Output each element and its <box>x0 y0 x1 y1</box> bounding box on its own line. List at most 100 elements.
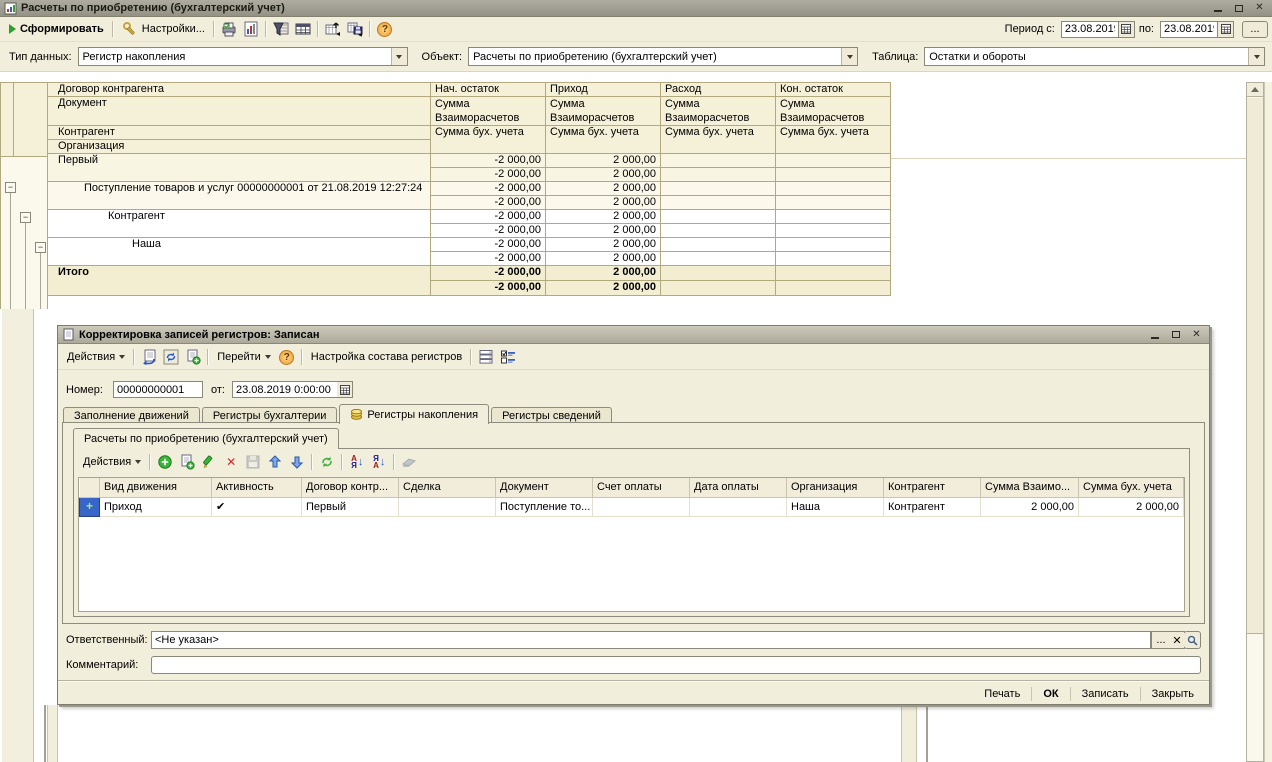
chart-button[interactable] <box>240 19 262 39</box>
end-edit-button[interactable] <box>242 452 264 472</box>
dialog-actions-button[interactable]: Действия <box>62 347 130 367</box>
tree-collapse-icon[interactable]: − <box>5 182 16 193</box>
responsible-input[interactable] <box>151 631 1151 649</box>
period-from-calendar-button[interactable] <box>1119 21 1135 38</box>
help-button[interactable]: ? <box>374 19 396 39</box>
responsible-clear-button[interactable]: ✕ <box>1170 631 1185 649</box>
dialog-maximize-icon[interactable] <box>1167 328 1184 341</box>
cell-contract[interactable]: Первый <box>302 497 399 516</box>
cell-sum2[interactable]: 2 000,00 <box>1079 497 1184 516</box>
edit-row-button[interactable] <box>198 452 220 472</box>
period-to-calendar-button[interactable] <box>1218 21 1234 38</box>
restore-values-button[interactable] <box>322 19 344 39</box>
column-header[interactable]: Сумма Взаимо... <box>981 478 1079 497</box>
dialog-close-icon[interactable]: ✕ <box>1188 328 1205 341</box>
dialog-minimize-icon[interactable] <box>1146 328 1163 341</box>
register-setup-button[interactable]: Настройка состава регистров <box>306 347 467 367</box>
period-more-button[interactable]: ... <box>1242 21 1268 38</box>
reread-button[interactable] <box>138 347 160 367</box>
inner-register-tab[interactable]: Расчеты по приобретению (бухгалтерский у… <box>73 428 339 449</box>
column-header[interactable]: Активность <box>212 478 302 497</box>
minimize-icon[interactable] <box>1209 2 1226 15</box>
current-row-marker[interactable]: + <box>80 497 100 516</box>
refresh-list-button[interactable] <box>316 452 338 472</box>
responsible-lookup-button[interactable] <box>1184 631 1201 649</box>
cell-sum1[interactable]: 2 000,00 <box>981 497 1079 516</box>
tree-collapse-icon[interactable]: − <box>35 242 46 253</box>
column-header[interactable]: Сумма бух. учета <box>1079 478 1184 497</box>
move-down-button[interactable] <box>286 452 308 472</box>
column-header[interactable]: Дата оплаты <box>690 478 787 497</box>
cell-deal[interactable] <box>399 497 496 516</box>
goto-button[interactable]: Перейти <box>212 347 276 367</box>
object-combo[interactable]: Расчеты по приобретению (бухгалтерский у… <box>468 47 858 66</box>
dialog-toolbar: Действия <box>58 345 1209 370</box>
filter-button[interactable] <box>270 19 292 39</box>
chevron-down-icon <box>119 355 125 359</box>
period-from-input[interactable] <box>1061 21 1119 38</box>
cell-organization[interactable]: Наша <box>787 497 884 516</box>
generate-button[interactable]: Сформировать <box>4 19 109 39</box>
set-interval-button[interactable] <box>398 452 420 472</box>
column-header[interactable]: Договор контр... <box>302 478 399 497</box>
data-type-combo[interactable]: Регистр накопления <box>78 47 408 66</box>
dialog-help-button[interactable]: ? <box>276 347 298 367</box>
responsible-select-button[interactable]: ... <box>1151 631 1171 649</box>
restore-icon[interactable] <box>1230 2 1247 15</box>
bar-chart-icon <box>243 21 259 37</box>
column-header[interactable]: Документ <box>496 478 593 497</box>
header-cell: Сумма Взаиморасчетов <box>431 97 546 126</box>
scrollbar-thumb[interactable] <box>1247 98 1263 634</box>
copy-row-button[interactable] <box>176 452 198 472</box>
column-header[interactable]: Сделка <box>399 478 496 497</box>
scroll-up-icon[interactable] <box>1247 83 1263 97</box>
register-list-button[interactable] <box>475 347 497 367</box>
delete-row-button[interactable]: ✕ <box>220 452 242 472</box>
help-icon: ? <box>377 22 392 37</box>
print-settings-button[interactable] <box>218 19 240 39</box>
sort-asc-button[interactable]: АЯ ↓ <box>346 454 368 470</box>
column-header[interactable]: Счет оплаты <box>593 478 690 497</box>
date-input[interactable] <box>232 381 338 398</box>
period-to-input[interactable] <box>1160 21 1218 38</box>
report-group-row: Контрагент -2 000,00 2 000,00 <box>48 210 891 224</box>
register-checklist-button[interactable] <box>497 347 519 367</box>
sort-arrow-icon: ↓ <box>380 456 386 468</box>
sort-desc-button[interactable]: ЯА ↓ <box>368 454 390 470</box>
column-header[interactable]: Контрагент <box>884 478 981 497</box>
chevron-down-icon[interactable] <box>1248 48 1264 65</box>
column-header[interactable]: Вид движения <box>100 478 212 497</box>
grid-actions-button[interactable]: Действия <box>78 452 146 472</box>
grid-data-row[interactable]: + Приход ✔ Первый Поступление то... Наша… <box>80 497 1184 516</box>
save-values-button[interactable] <box>344 19 366 39</box>
column-header[interactable]: Организация <box>787 478 884 497</box>
cell-pay-date[interactable] <box>690 497 787 516</box>
cell-account[interactable] <box>593 497 690 516</box>
print-button[interactable]: Печать <box>975 686 1029 702</box>
move-up-button[interactable] <box>264 452 286 472</box>
settings-button[interactable]: Настройки... <box>117 19 210 39</box>
comment-input[interactable] <box>151 656 1201 674</box>
write-button[interactable]: Записать <box>1073 686 1138 702</box>
chevron-down-icon[interactable] <box>391 48 407 65</box>
number-input[interactable] <box>113 381 203 398</box>
cell-kind[interactable]: Приход <box>100 497 212 516</box>
ok-button[interactable]: ОК <box>1034 686 1067 702</box>
copy-document-button[interactable] <box>182 347 204 367</box>
vertical-scrollbar[interactable] <box>1246 82 1264 762</box>
refresh-button[interactable] <box>160 347 182 367</box>
close-icon[interactable]: ✕ <box>1251 2 1268 15</box>
register-grid: Вид движения Активность Договор контр...… <box>78 477 1185 612</box>
table-button[interactable] <box>292 19 314 39</box>
close-button[interactable]: Закрыть <box>1143 686 1203 702</box>
cell-document[interactable]: Поступление то... <box>496 497 593 516</box>
delete-icon: ✕ <box>226 455 236 469</box>
tab-accumulation-registers[interactable]: Регистры накопления <box>339 404 489 424</box>
cell-contragent[interactable]: Контрагент <box>884 497 981 516</box>
cell-active[interactable]: ✔ <box>212 497 302 516</box>
date-calendar-button[interactable] <box>337 381 353 398</box>
table-combo[interactable]: Остатки и обороты <box>924 47 1265 66</box>
chevron-down-icon[interactable] <box>841 48 857 65</box>
add-row-button[interactable] <box>154 452 176 472</box>
tree-collapse-icon[interactable]: − <box>20 212 31 223</box>
